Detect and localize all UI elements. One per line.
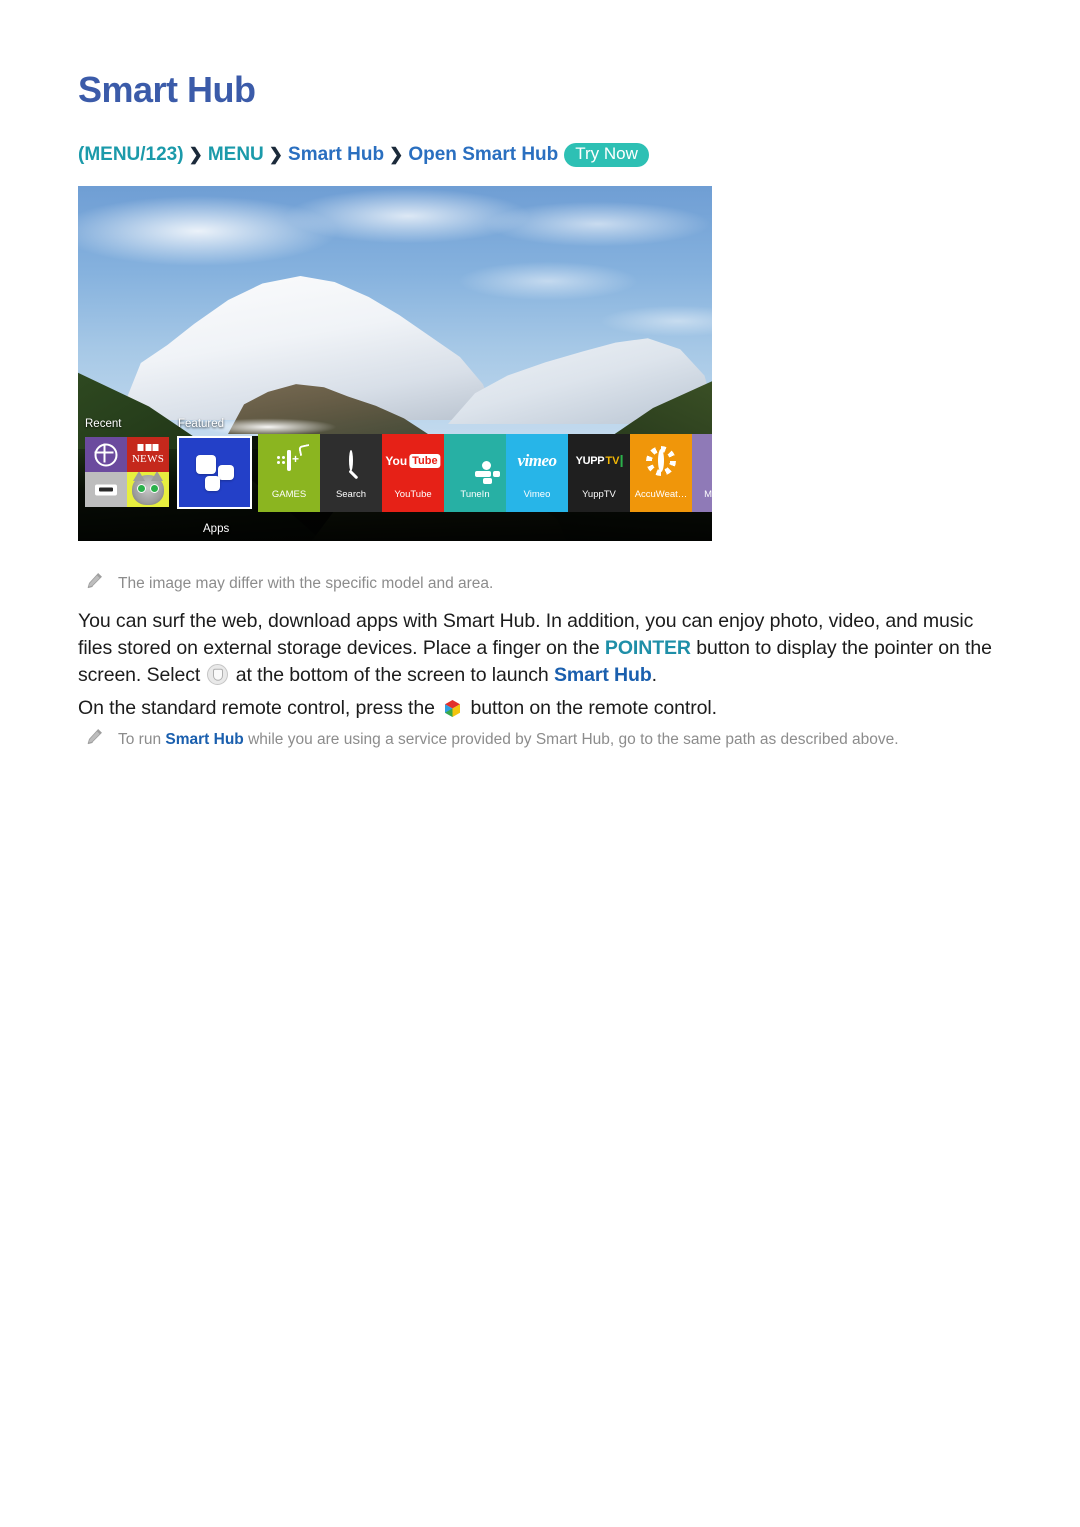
vimeo-icon: vimeo [517, 451, 557, 471]
app-tile-label: MY CON [704, 489, 712, 500]
yupptv-logo-box: TV [605, 455, 623, 467]
youtube-logo-box: Tube [409, 454, 441, 468]
paragraph2-text-a: On the standard remote control, press th… [78, 697, 441, 719]
smart-hub-keyword: Smart Hub [553, 664, 652, 686]
paragraph-smart-hub-description: You can surf the web, download apps with… [78, 608, 1003, 689]
youtube-logo-word: You [385, 454, 408, 468]
app-tile-label: GAMES [271, 489, 307, 500]
hdmi-icon [95, 484, 117, 495]
app-tile-yupptv[interactable]: YUPP TV YuppTV [568, 434, 630, 512]
apps-grid-icon [195, 454, 234, 491]
youtube-icon: You Tube [385, 454, 441, 468]
tv-screenshot: Recent Featured Apps NEWS + GAMES Search… [78, 186, 712, 541]
app-tile-search[interactable]: Search [320, 434, 382, 512]
paragraph-text-c: at the bottom of the screen to launch [230, 664, 554, 686]
app-tile-label: Vimeo [523, 489, 551, 500]
recent-tile-web-browser[interactable] [85, 437, 127, 472]
smart-hub-button-icon [207, 664, 229, 685]
featured-section-label: Featured [178, 418, 225, 430]
app-tile-games[interactable]: GAMES [258, 434, 320, 512]
chevron-right-icon-1: ❯ [188, 145, 203, 164]
breadcrumb-item-menu123[interactable]: MENU/123 [84, 144, 177, 165]
note2-smart-hub-link: Smart Hub [165, 731, 244, 748]
try-now-badge[interactable]: Try Now [564, 143, 649, 167]
chevron-right-icon-2: ❯ [268, 145, 284, 164]
page-title: Smart Hub [78, 69, 256, 110]
bbc-news-text: NEWS [131, 453, 165, 465]
chevron-right-icon-3: ❯ [389, 145, 404, 164]
app-tile-label: TuneIn [460, 489, 490, 500]
paragraph-remote-control: On the standard remote control, press th… [78, 695, 1003, 722]
app-tile-vimeo[interactable]: vimeo Vimeo [506, 434, 568, 512]
gamepad-icon [287, 443, 311, 471]
featured-apps-strip: GAMES Search You Tube YouTube [258, 434, 712, 512]
apps-tile-label: Apps [203, 523, 230, 535]
breadcrumb-item-menu[interactable]: MENU [208, 144, 264, 165]
breadcrumb-item-open-smart-hub[interactable]: Open Smart Hub [408, 144, 558, 165]
note2-text-prefix: To run [118, 731, 166, 748]
app-tile-youtube[interactable]: You Tube YouTube [382, 434, 444, 512]
breadcrumb-item-smart-hub[interactable]: Smart Hub [288, 144, 384, 165]
app-tile-label: YuppTV [582, 489, 616, 500]
app-tile-label: Search [335, 489, 367, 500]
sun-icon [658, 449, 664, 472]
recent-tiles-grid: NEWS [85, 437, 169, 507]
vimeo-logo-word: vimeo [517, 451, 557, 470]
pencil-icon-1 [86, 572, 103, 589]
yupptv-logo-word: YUPP [575, 455, 605, 467]
featured-tile-apps[interactable] [177, 436, 252, 509]
cat-icon [132, 472, 164, 506]
breadcrumb-close-paren: ) [177, 144, 184, 165]
app-tile-tunein[interactable]: TuneIn [444, 434, 506, 512]
note-image-disclaimer: The image may differ with the specific m… [118, 575, 494, 592]
app-tile-my-content[interactable]: MY CON [692, 434, 712, 512]
pointer-keyword: POINTER [604, 637, 691, 659]
smart-hub-cube-icon [443, 699, 462, 718]
recent-tile-talking-tom[interactable] [127, 472, 169, 507]
breadcrumb: (MENU/123) ❯ MENU ❯ Smart Hub ❯ Open Smart Hub… [78, 142, 649, 168]
note2-text-suffix: while you are using a service provided b… [243, 731, 899, 748]
recent-tile-hdmi-source[interactable] [85, 472, 127, 507]
pencil-icon-2 [86, 728, 103, 745]
paragraph-text-d: . [651, 664, 657, 686]
document-page: Smart Hub (MENU/123) ❯ MENU ❯ Smart Hub ❯ Open… [0, 0, 1080, 1527]
magnifier-icon [349, 450, 353, 471]
paragraph2-text-b: button on the remote control. [465, 697, 717, 719]
note-run-smart-hub: To run Smart Hub while you are using a s… [118, 728, 1002, 752]
recent-tile-bbc-news[interactable]: NEWS [127, 437, 169, 472]
recent-section-label: Recent [85, 418, 122, 430]
app-tile-accuweather[interactable]: AccuWeat… [630, 434, 692, 512]
bbc-blocks-icon [137, 444, 159, 451]
app-tile-label: AccuWeat… [634, 489, 688, 500]
app-tile-label: YouTube [394, 489, 432, 500]
yupptv-icon: YUPP TV [576, 455, 623, 467]
globe-icon [94, 443, 118, 466]
